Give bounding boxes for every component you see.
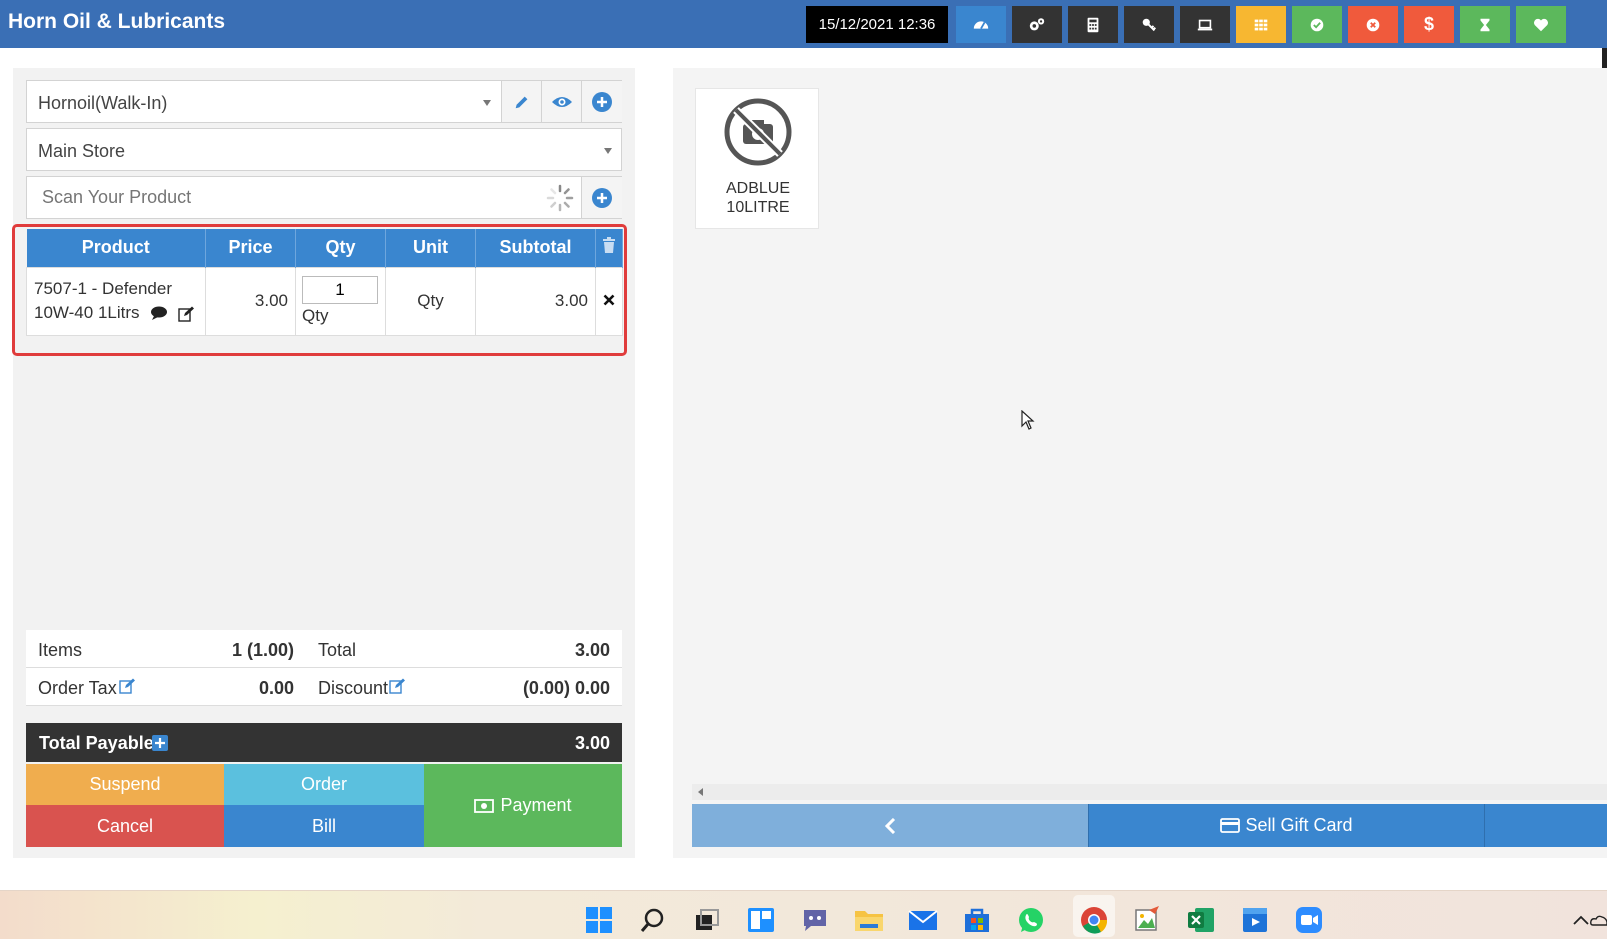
plus-circle-icon [592, 91, 612, 112]
settings-icon [1029, 17, 1045, 30]
widgets-icon[interactable] [746, 905, 776, 935]
items-label: Items [38, 640, 83, 660]
product-search[interactable] [26, 176, 622, 219]
edit-customer-button[interactable] [501, 81, 541, 122]
add-product-button[interactable] [581, 177, 622, 218]
credit-card-icon [1220, 818, 1241, 833]
suspend-button[interactable]: Suspend [26, 764, 224, 805]
edit-tax-icon[interactable] [119, 678, 136, 694]
header-bar: Horn Oil & Lubricants 15/12/2021 12:36 $ [0, 0, 1607, 48]
warehouse-value: Main Store [38, 141, 126, 161]
pencil-icon [515, 96, 527, 108]
chevron-down-icon [604, 148, 612, 154]
close-button[interactable] [1348, 6, 1398, 43]
onedrive-icon[interactable] [1590, 905, 1607, 935]
grid-button[interactable] [1236, 6, 1286, 43]
hourglass-button[interactable] [1460, 6, 1510, 43]
laptop-button[interactable] [1180, 6, 1230, 43]
key-icon [1142, 18, 1157, 31]
calculator-button[interactable] [1068, 6, 1118, 43]
teams-chat-icon[interactable] [800, 905, 830, 935]
check-button[interactable] [1292, 6, 1342, 43]
eye-icon [551, 96, 572, 107]
next-page-button[interactable] [1484, 804, 1607, 847]
items-value: 1 (1.00) [231, 640, 294, 660]
payment-label: Payment [500, 795, 572, 815]
heart-button[interactable] [1516, 6, 1566, 43]
datetime-display: 15/12/2021 12:36 [806, 6, 948, 43]
excel-icon[interactable] [1186, 905, 1216, 935]
discount-value: (0.00) 0.00 [522, 678, 610, 698]
file-explorer-icon[interactable] [854, 905, 884, 935]
chrome-icon[interactable] [1079, 905, 1109, 935]
totals-row-items: Items 1 (1.00) Total 3.00 [26, 630, 622, 668]
hourglass-icon [1480, 18, 1490, 31]
heart-icon [1533, 18, 1549, 31]
task-view-icon[interactable] [692, 905, 722, 935]
scroll-left-icon[interactable] [698, 788, 703, 796]
dollar-icon: $ [1423, 14, 1434, 34]
total-payable-value: 3.00 [574, 733, 610, 753]
mail-icon[interactable] [908, 905, 938, 935]
grid-icon [1254, 19, 1268, 30]
order-button[interactable]: Order [224, 764, 424, 805]
calculator-icon [1087, 17, 1099, 32]
view-customer-button[interactable] [541, 81, 581, 122]
product-tile-label: ADBLUE 10LITRE [696, 179, 820, 217]
total-value: 3.00 [574, 640, 610, 660]
app-title: Horn Oil & Lubricants [8, 10, 226, 33]
laptop-icon [1197, 19, 1213, 30]
chevron-left-icon [884, 817, 896, 834]
product-tile-line1: ADBLUE [725, 180, 791, 197]
discount-label: Discount [318, 678, 389, 698]
totals-row-tax: Order Tax 0.00 Discount (0.00) 0.00 [26, 668, 622, 706]
dashboard-icon [973, 20, 989, 29]
sell-gift-card-button[interactable]: Sell Gift Card [1088, 804, 1484, 847]
sell-gift-card-label: Sell Gift Card [1245, 815, 1353, 835]
image-editor-icon[interactable] [1132, 905, 1162, 935]
dashboard-button[interactable] [956, 6, 1006, 43]
payment-button[interactable]: Payment [424, 764, 622, 847]
warehouse-select[interactable]: Main Store [26, 128, 622, 171]
total-payable-label: Total Payable [39, 733, 154, 753]
video-player-icon[interactable] [1240, 905, 1270, 935]
plus-square-icon[interactable] [152, 735, 168, 751]
cancel-button[interactable]: Cancel [26, 805, 224, 847]
plus-circle-icon [592, 187, 612, 208]
check-circle-icon [1310, 18, 1324, 31]
zoom-icon[interactable] [1294, 905, 1324, 935]
chevron-down-icon [483, 100, 491, 106]
no-image-icon [724, 98, 792, 166]
windows-start-icon[interactable] [584, 905, 614, 935]
edit-discount-icon[interactable] [389, 678, 406, 694]
customer-value: Hornoil(Walk-In) [38, 93, 168, 113]
previous-page-button[interactable] [692, 804, 1088, 847]
order-tax-value: 0.00 [258, 678, 294, 698]
total-payable-row: Total Payable 3.00 [26, 723, 622, 762]
whatsapp-icon[interactable] [1016, 905, 1046, 935]
extra-toolbar-button[interactable] [1572, 6, 1607, 43]
key-button[interactable] [1124, 6, 1174, 43]
customer-select[interactable]: Hornoil(Walk-In) [26, 80, 622, 123]
dollar-button[interactable]: $ [1404, 6, 1454, 43]
product-tile-line2: 10LITRE [726, 199, 790, 216]
order-tax-label: Order Tax [38, 678, 117, 698]
highlight-box [12, 224, 627, 356]
close-circle-icon [1366, 18, 1380, 31]
search-icon[interactable] [638, 905, 668, 935]
loading-spinner-icon [545, 183, 575, 218]
money-icon [474, 798, 495, 813]
store-icon[interactable] [962, 905, 992, 935]
add-customer-button[interactable] [581, 81, 622, 122]
mouse-cursor-icon [1021, 410, 1035, 430]
horizontal-scrollbar[interactable] [692, 784, 1607, 800]
bill-button[interactable]: Bill [224, 805, 424, 847]
settings-button[interactable] [1012, 6, 1062, 43]
total-label: Total [318, 640, 357, 660]
search-input[interactable] [27, 177, 557, 218]
product-tile[interactable]: ADBLUE 10LITRE [695, 88, 819, 229]
